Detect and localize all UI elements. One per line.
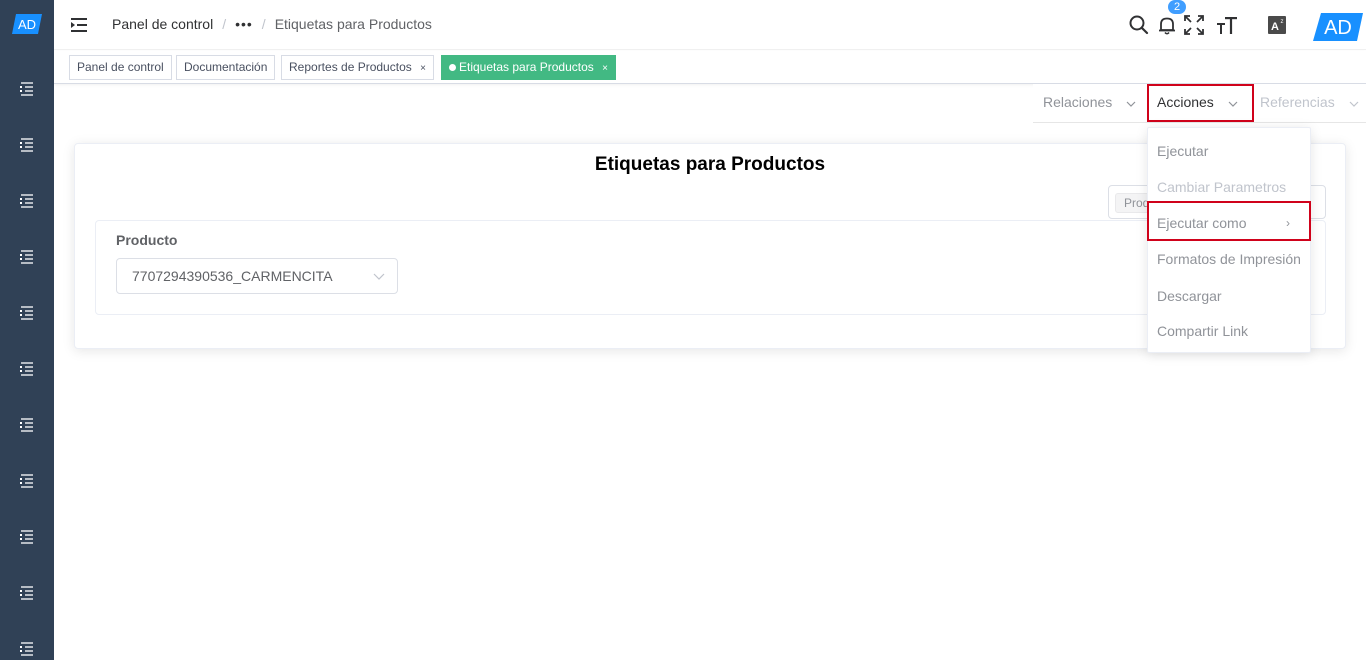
app-logo-text: AD <box>18 17 36 32</box>
breadcrumb-separator: / <box>261 16 266 32</box>
parameters-panel: Producto 7707294390536_CARMENCITA <box>95 220 1326 315</box>
dropdown-item-label: Formatos de Impresión <box>1157 251 1301 267</box>
product-select-value: 7707294390536_CARMENCITA <box>132 268 333 284</box>
dropdown-item-label: Cambiar Parametros <box>1157 179 1287 195</box>
dropdown-item-execute[interactable]: Ejecutar <box>1148 133 1312 169</box>
fullscreen-icon[interactable] <box>1183 14 1205 36</box>
dropdown-item-label: Compartir Link <box>1157 323 1249 339</box>
tag-close-icon[interactable]: × <box>420 63 426 74</box>
font-size-icon[interactable] <box>1216 14 1238 36</box>
menu-list-icon[interactable] <box>19 529 35 545</box>
menu-list-icon[interactable] <box>19 193 35 209</box>
field-label: Producto <box>116 232 178 248</box>
search-icon[interactable] <box>1128 14 1150 36</box>
product-select[interactable]: 7707294390536_CARMENCITA <box>116 258 398 294</box>
menu-list-icon[interactable] <box>19 473 35 489</box>
tag-label: Etiquetas para Productos <box>459 60 594 74</box>
tag-etiquetas-para-productos[interactable]: Etiquetas para Productos × <box>441 55 616 80</box>
menu-relations-label: Relaciones <box>1043 94 1113 110</box>
chevron-down-icon <box>1126 101 1136 107</box>
svg-text:z: z <box>1281 19 1284 25</box>
dropdown-item-share-link[interactable]: Compartir Link <box>1148 313 1312 349</box>
hamburger-toggle-icon[interactable] <box>70 16 88 34</box>
menu-list-icon[interactable] <box>19 585 35 601</box>
highlight-box-execute-as <box>1147 201 1311 241</box>
menu-list-icon[interactable] <box>19 417 35 433</box>
tag-label: Panel de control <box>77 60 164 74</box>
brand-avatar[interactable]: AD <box>1313 13 1363 41</box>
brand-avatar-text: AD <box>1324 17 1352 39</box>
breadcrumb-ellipsis[interactable]: ••• <box>235 16 253 32</box>
tag-label: Documentación <box>184 60 268 74</box>
menu-list-icon[interactable] <box>19 361 35 377</box>
menu-references-label: Referencias <box>1260 94 1335 110</box>
chevron-down-icon <box>373 273 385 280</box>
breadcrumb-separator: / <box>222 16 227 32</box>
menu-list-icon[interactable] <box>19 641 35 657</box>
menu-relations[interactable]: Relaciones <box>1043 84 1136 122</box>
highlight-box-actions <box>1147 84 1254 122</box>
menu-list-icon[interactable] <box>19 305 35 321</box>
tag-label: Reportes de Productos <box>289 60 412 74</box>
dropdown-item-label: Ejecutar <box>1157 143 1209 159</box>
svg-text:A: A <box>1271 21 1279 33</box>
chevron-down-icon <box>1349 101 1359 107</box>
dropdown-item-download[interactable]: Descargar <box>1148 278 1312 314</box>
menu-list-icon[interactable] <box>19 249 35 265</box>
menu-references[interactable]: Referencias <box>1260 84 1359 122</box>
tag-close-icon[interactable]: × <box>602 63 608 74</box>
dropdown-item-print-formats[interactable]: Formatos de Impresión <box>1148 241 1312 277</box>
notification-badge: 2 <box>1168 0 1186 14</box>
menu-list-icon[interactable] <box>19 137 35 153</box>
breadcrumb-current: Etiquetas para Productos <box>274 16 432 32</box>
sidebar: AD <box>0 0 54 660</box>
breadcrumb: Panel de control / ••• / Etiquetas para … <box>112 16 432 32</box>
tag-reportes-de-productos[interactable]: Reportes de Productos × <box>281 55 434 80</box>
breadcrumb-home[interactable]: Panel de control <box>112 16 213 32</box>
top-navbar: Panel de control / ••• / Etiquetas para … <box>54 0 1366 50</box>
tag-panel-de-control[interactable]: Panel de control <box>69 55 172 80</box>
bell-icon[interactable] <box>1156 14 1178 36</box>
language-icon[interactable]: A z <box>1266 14 1288 36</box>
tag-documentacion[interactable]: Documentación <box>176 55 276 80</box>
app-logo[interactable]: AD <box>12 14 42 34</box>
tags-view: Panel de control Documentación Reportes … <box>54 51 1366 84</box>
active-tag-dot-icon <box>449 64 456 71</box>
menu-list-icon[interactable] <box>19 81 35 97</box>
dropdown-item-label: Descargar <box>1157 288 1222 304</box>
dropdown-item-change-params: Cambiar Parametros <box>1148 169 1312 205</box>
